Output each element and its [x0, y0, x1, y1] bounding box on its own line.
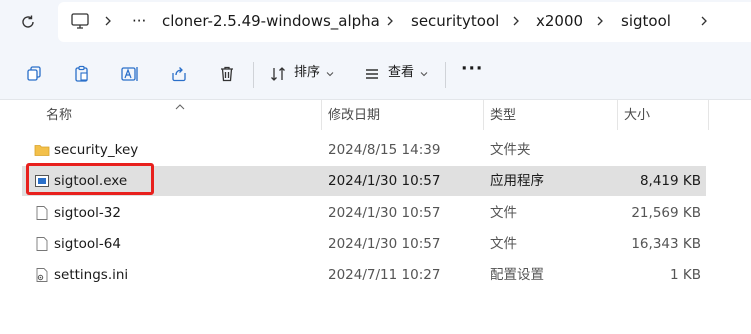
file-modified: 2024/1/30 10:57 — [328, 236, 441, 252]
column-header-modified[interactable]: 修改日期 — [328, 108, 380, 124]
refresh-icon[interactable] — [16, 10, 40, 34]
file-name[interactable]: sigtool-64 — [54, 236, 121, 252]
column-header-name[interactable]: 名称 — [46, 108, 72, 124]
file-name[interactable]: settings.ini — [54, 267, 128, 283]
column-header-size[interactable]: 大小 — [624, 108, 650, 124]
file-size: 1 KB — [670, 267, 701, 283]
file-type: 应用程序 — [490, 173, 544, 189]
toolbar-divider — [445, 62, 446, 88]
chevron-right-icon[interactable] — [698, 11, 710, 31]
folder-icon — [34, 142, 50, 158]
column-divider[interactable] — [483, 100, 484, 130]
breadcrumb-item[interactable]: cloner-2.5.49-windows_alpha — [162, 11, 380, 31]
toolbar-divider — [253, 62, 254, 88]
chevron-right-icon[interactable] — [510, 11, 522, 31]
delete-icon[interactable] — [213, 60, 241, 88]
highlight-annotation-box — [26, 163, 154, 195]
chevron-right-icon[interactable] — [594, 11, 606, 31]
breadcrumb-item[interactable]: x2000 — [536, 11, 583, 31]
sort-button[interactable]: 排序 — [294, 64, 320, 82]
file-modified: 2024/1/30 10:57 — [328, 205, 441, 221]
view-button[interactable]: 查看 — [388, 64, 414, 82]
sort-icon[interactable] — [264, 60, 292, 88]
file-size: 21,569 KB — [631, 205, 701, 221]
paste-icon[interactable] — [68, 60, 96, 88]
file-icon — [34, 205, 50, 221]
chevron-down-icon[interactable] — [322, 60, 338, 88]
rename-icon[interactable] — [116, 60, 144, 88]
copy-icon[interactable] — [20, 60, 48, 88]
sort-ascending-icon — [174, 96, 186, 110]
breadcrumb-overflow[interactable]: ··· — [132, 11, 146, 31]
chevron-down-icon[interactable] — [416, 60, 432, 88]
address-bar-row: ··· cloner-2.5.49-windows_alpha security… — [0, 0, 751, 46]
file-name[interactable]: sigtool-32 — [54, 205, 121, 221]
chevron-right-icon[interactable] — [102, 11, 114, 31]
file-list: 名称 修改日期 类型 大小 security_key 2024/8/15 14:… — [0, 100, 751, 334]
breadcrumb-item-current[interactable]: sigtool — [621, 11, 671, 31]
file-row[interactable]: sigtool-64 2024/1/30 10:57 文件 16,343 KB — [22, 229, 706, 259]
file-modified: 2024/8/15 14:39 — [328, 142, 441, 158]
column-divider[interactable] — [321, 100, 322, 130]
file-size: 8,419 KB — [639, 173, 701, 189]
file-size: 16,343 KB — [631, 236, 701, 252]
file-modified: 2024/1/30 10:57 — [328, 173, 441, 189]
more-options-button[interactable]: ··· — [461, 60, 483, 78]
chevron-right-icon[interactable] — [384, 11, 396, 31]
file-row[interactable]: sigtool-32 2024/1/30 10:57 文件 21,569 KB — [22, 198, 706, 228]
settings-file-icon — [34, 267, 50, 283]
file-name[interactable]: security_key — [54, 142, 138, 158]
view-icon[interactable] — [358, 60, 386, 88]
command-bar: 排序 查看 ··· — [0, 46, 751, 100]
computer-icon[interactable] — [70, 11, 90, 31]
column-header-type[interactable]: 类型 — [490, 108, 516, 124]
file-modified: 2024/7/11 10:27 — [328, 267, 441, 283]
file-type: 文件 — [490, 205, 517, 221]
breadcrumb-item[interactable]: securitytool — [411, 11, 499, 31]
file-row[interactable]: security_key 2024/8/15 14:39 文件夹 — [22, 135, 706, 165]
file-icon — [34, 236, 50, 252]
share-icon[interactable] — [165, 60, 193, 88]
file-row[interactable]: settings.ini 2024/7/11 10:27 配置设置 1 KB — [22, 260, 706, 290]
file-type: 文件夹 — [490, 142, 531, 158]
column-divider[interactable] — [708, 100, 709, 130]
file-type: 配置设置 — [490, 267, 544, 283]
file-type: 文件 — [490, 236, 517, 252]
column-divider[interactable] — [617, 100, 618, 130]
